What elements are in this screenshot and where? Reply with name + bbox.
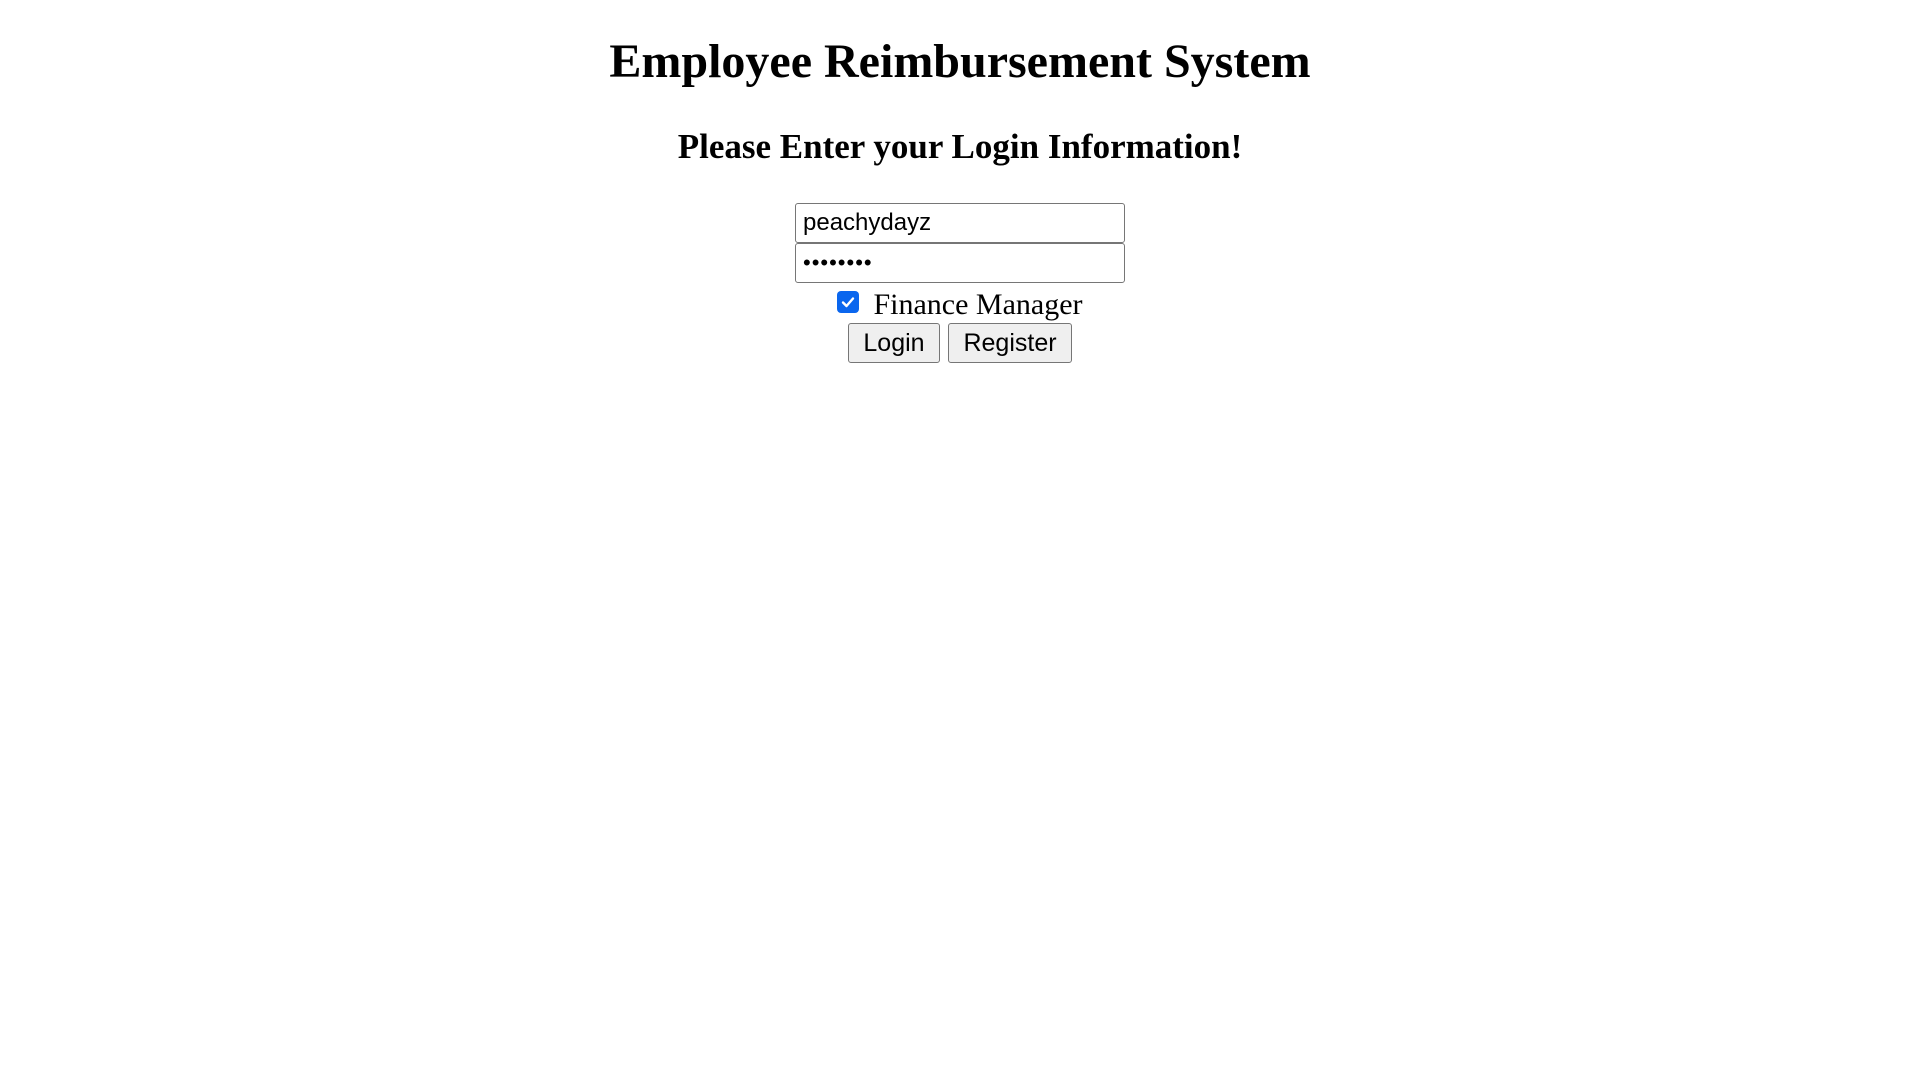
button-row: Login Register <box>848 323 1072 363</box>
login-page: Employee Reimbursement System Please Ent… <box>0 0 1920 1080</box>
finance-manager-checkbox[interactable] <box>837 291 860 313</box>
login-button[interactable]: Login <box>848 323 940 363</box>
finance-manager-row: Finance Manager <box>837 287 1083 323</box>
register-button[interactable]: Register <box>948 323 1072 363</box>
page-subtitle: Please Enter your Login Information! <box>677 127 1243 166</box>
login-form: Finance Manager Login Register <box>0 203 1920 363</box>
checkmark-icon <box>842 297 855 308</box>
finance-manager-label: Finance Manager <box>873 288 1083 321</box>
username-input[interactable] <box>795 203 1125 243</box>
password-input[interactable] <box>795 243 1125 283</box>
page-title: Employee Reimbursement System <box>609 35 1311 88</box>
